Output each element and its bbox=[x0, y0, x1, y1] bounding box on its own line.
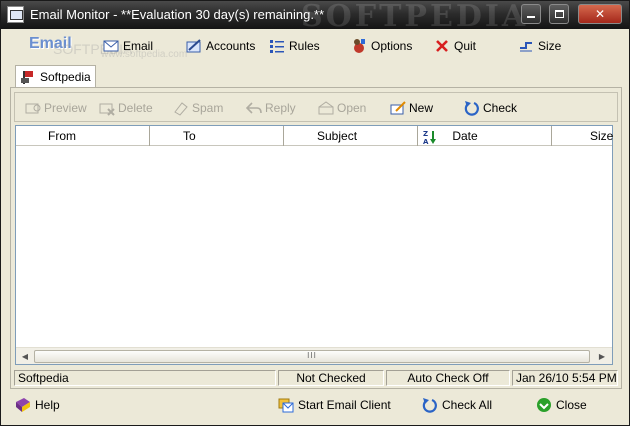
svg-text:Z: Z bbox=[423, 130, 428, 138]
message-list-header: From To Subject ZA Date Size bbox=[16, 126, 613, 146]
mailbox-pane: Preview Delete Spam Reply Open New Check… bbox=[10, 87, 622, 389]
accounts-button-label: Accounts bbox=[206, 39, 256, 53]
quit-button[interactable]: Quit bbox=[434, 37, 476, 55]
new-mail-label: New bbox=[409, 101, 434, 115]
svg-text:A: A bbox=[423, 138, 429, 145]
window-title: Email Monitor - **Evaluation 30 day(s) r… bbox=[30, 7, 325, 22]
quit-button-label: Quit bbox=[454, 39, 477, 53]
bottom-bar: Help Start Email Client Check All Close bbox=[1, 391, 629, 425]
help-book-icon bbox=[15, 397, 31, 413]
open-button[interactable]: Open bbox=[318, 99, 366, 117]
check-all-label: Check All bbox=[442, 398, 493, 412]
account-tab-label: Softpedia bbox=[40, 69, 91, 84]
size-icon bbox=[518, 38, 534, 54]
action-toolbar: Preview Delete Spam Reply Open New Check bbox=[14, 92, 618, 122]
size-button[interactable]: Size bbox=[518, 37, 561, 55]
check-all-icon bbox=[422, 397, 438, 413]
options-button-label: Options bbox=[371, 39, 413, 53]
size-button-label: Size bbox=[538, 39, 562, 53]
check-all-button[interactable]: Check All bbox=[422, 395, 492, 415]
check-mail-label: Check bbox=[483, 101, 518, 115]
column-date[interactable]: ZA Date bbox=[418, 126, 552, 146]
rules-button-label: Rules bbox=[289, 39, 320, 53]
reply-icon bbox=[245, 100, 262, 116]
title-bar[interactable]: Email Monitor - **Evaluation 30 day(s) r… bbox=[1, 0, 629, 34]
delete-label: Delete bbox=[118, 101, 153, 115]
column-size[interactable]: Size bbox=[552, 126, 613, 146]
preview-button[interactable]: Preview bbox=[25, 99, 87, 117]
maximize-button[interactable] bbox=[549, 4, 569, 24]
open-label: Open bbox=[337, 101, 367, 115]
column-from[interactable]: From bbox=[16, 126, 150, 146]
start-email-client-label: Start Email Client bbox=[298, 398, 391, 412]
scroll-grip-icon: III bbox=[307, 351, 317, 360]
message-list[interactable]: From To Subject ZA Date Size ◀ III ▶ bbox=[15, 125, 613, 365]
open-icon bbox=[318, 100, 334, 116]
check-mail-button[interactable]: Check bbox=[464, 99, 517, 117]
column-date-label: Date bbox=[452, 129, 478, 143]
status-bar: Softpedia Not Checked Auto Check Off Jan… bbox=[14, 370, 618, 386]
delete-button[interactable]: Delete bbox=[99, 99, 153, 117]
status-account: Softpedia bbox=[14, 370, 276, 386]
rules-icon bbox=[269, 38, 285, 54]
rules-button[interactable]: Rules bbox=[269, 37, 320, 55]
minimize-button[interactable] bbox=[521, 4, 541, 24]
sort-descending-icon: ZA bbox=[423, 129, 437, 146]
column-to[interactable]: To bbox=[150, 126, 284, 146]
minimize-icon bbox=[527, 16, 535, 18]
app-icon[interactable] bbox=[7, 6, 24, 23]
scroll-thumb[interactable]: III bbox=[34, 350, 590, 363]
accounts-icon bbox=[186, 38, 202, 54]
help-label: Help bbox=[35, 398, 60, 412]
accounts-button[interactable]: Accounts bbox=[186, 37, 255, 55]
close-button[interactable]: Close bbox=[536, 395, 587, 415]
quit-icon bbox=[434, 38, 450, 54]
reply-label: Reply bbox=[265, 101, 296, 115]
reply-button[interactable]: Reply bbox=[245, 99, 296, 117]
new-mail-icon bbox=[390, 100, 406, 116]
close-circle-icon bbox=[536, 397, 552, 413]
status-check-state: Not Checked bbox=[278, 370, 384, 386]
help-button[interactable]: Help bbox=[15, 395, 60, 415]
delete-icon bbox=[99, 100, 115, 116]
main-toolbar: Email SOFTPEDIA Email Accounts Rules Opt… bbox=[1, 29, 629, 65]
scroll-right-arrow-icon[interactable]: ▶ bbox=[595, 350, 609, 363]
email-client-icon bbox=[278, 397, 294, 413]
mailbox-flag-icon bbox=[20, 69, 36, 85]
spam-icon bbox=[173, 100, 189, 116]
mail-icon bbox=[103, 38, 119, 54]
close-icon: ✕ bbox=[594, 7, 606, 21]
options-icon bbox=[351, 38, 367, 54]
preview-icon bbox=[25, 100, 41, 116]
horizontal-scrollbar[interactable]: ◀ III ▶ bbox=[16, 347, 612, 364]
preview-label: Preview bbox=[44, 101, 87, 115]
column-subject[interactable]: Subject bbox=[284, 126, 418, 146]
email-button-label: Email bbox=[123, 39, 154, 53]
maximize-icon bbox=[554, 10, 564, 18]
email-button[interactable]: Email bbox=[103, 37, 153, 55]
close-window-button[interactable]: ✕ bbox=[578, 4, 622, 24]
app-window: Email Monitor - **Evaluation 30 day(s) r… bbox=[0, 0, 630, 426]
status-timestamp: Jan 26/10 5:54 PM bbox=[512, 370, 618, 386]
check-icon bbox=[464, 100, 480, 116]
status-auto-check: Auto Check Off bbox=[386, 370, 510, 386]
start-email-client-button[interactable]: Start Email Client bbox=[278, 395, 391, 415]
scroll-left-arrow-icon[interactable]: ◀ bbox=[18, 350, 32, 363]
new-mail-button[interactable]: New bbox=[390, 99, 433, 117]
tab-email-active[interactable]: Email bbox=[29, 35, 72, 53]
tab-softpedia-account[interactable]: Softpedia bbox=[15, 65, 96, 87]
spam-button[interactable]: Spam bbox=[173, 99, 223, 117]
close-label: Close bbox=[556, 398, 587, 412]
spam-label: Spam bbox=[192, 101, 224, 115]
options-button[interactable]: Options bbox=[351, 37, 412, 55]
